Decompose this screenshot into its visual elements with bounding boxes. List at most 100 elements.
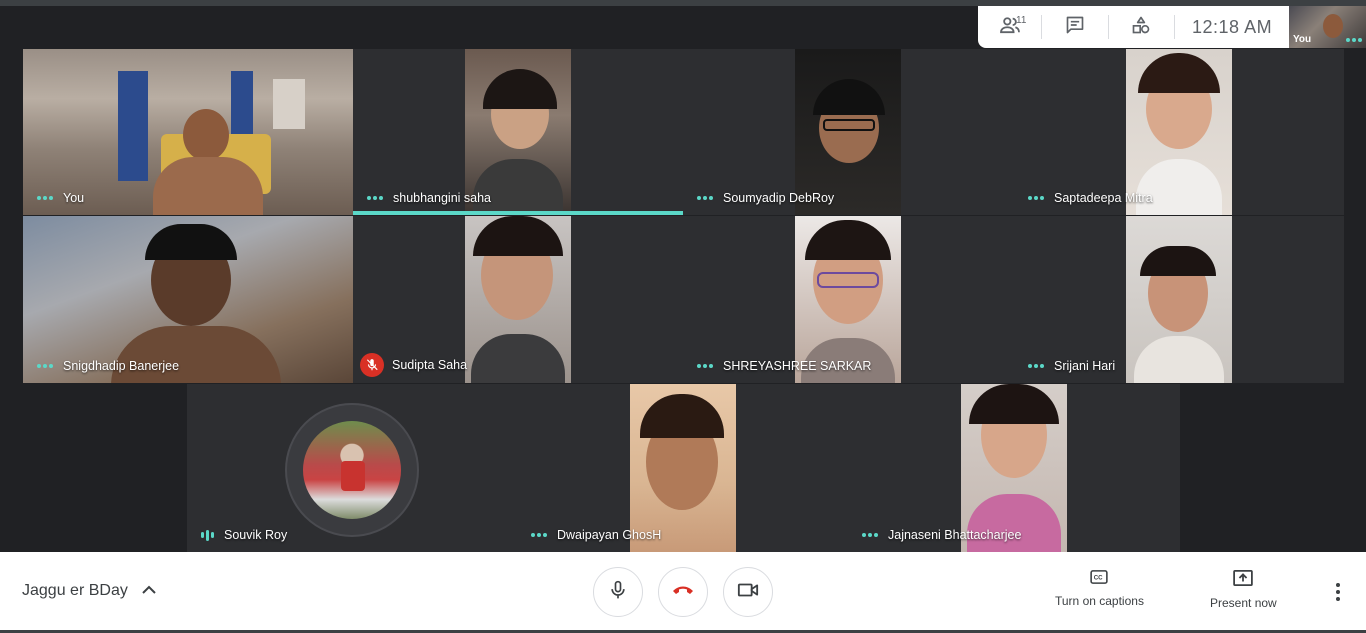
- person-hair: [483, 69, 557, 109]
- active-speaker-indicator: [353, 211, 683, 215]
- more-vert-icon: [1336, 583, 1340, 587]
- video-feed: [23, 216, 353, 383]
- person-hair: [805, 220, 891, 260]
- person-hair: [640, 394, 724, 438]
- audio-level-icon: [1028, 196, 1044, 200]
- meeting-title: Jaggu er BDay: [22, 582, 128, 599]
- participant-nameplate: Dwaipayan GhosH: [531, 528, 661, 542]
- audio-level-icon: [862, 533, 878, 537]
- person-body: [1136, 159, 1222, 215]
- person-hair: [813, 79, 885, 115]
- person-body: [1134, 336, 1224, 383]
- wall-poster: [273, 79, 305, 129]
- avatar-shirt: [341, 461, 365, 491]
- curtain-left: [118, 71, 148, 181]
- person-body: [473, 159, 563, 215]
- closed-captions-icon: CC: [1090, 570, 1109, 587]
- participant-tile-sudipta[interactable]: Sudipta Saha: [353, 216, 683, 383]
- participant-tile-dwaipayan[interactable]: Dwaipayan GhosH: [517, 384, 848, 552]
- participant-tile-saptadeepa[interactable]: Saptadeepa Mitra: [1014, 49, 1344, 215]
- participant-tile-srijani[interactable]: Srijani Hari: [1014, 216, 1344, 383]
- hang-up-icon: [671, 583, 695, 601]
- participant-nameplate: Saptadeepa Mitra: [1028, 191, 1153, 205]
- audio-level-icon: [201, 529, 214, 541]
- glasses: [823, 119, 875, 131]
- participant-nameplate: Sudipta Saha: [360, 353, 467, 377]
- self-preview-label: You: [1293, 34, 1312, 45]
- person-body: [471, 334, 565, 383]
- participant-nameplate: Souvik Roy: [201, 528, 287, 542]
- participant-name: Srijani Hari: [1054, 359, 1116, 373]
- person-hair: [1140, 246, 1216, 276]
- avatar-ring: [285, 403, 419, 537]
- present-screen-icon: [1233, 570, 1254, 589]
- participant-name: SHREYASHREE SARKAR: [723, 359, 872, 373]
- camera-button[interactable]: [723, 567, 773, 617]
- bottom-control-bar: Jaggu er BDay CC Turn on captions Presen…: [0, 552, 1366, 633]
- person-hair: [969, 384, 1059, 424]
- participants-button[interactable]: 11: [978, 6, 1041, 48]
- participant-name: Jajnaseni Bhattacharjee: [888, 528, 1022, 542]
- person-body: [967, 494, 1061, 552]
- participant-nameplate: Snigdhadip Banerjee: [37, 359, 179, 373]
- microphone-button[interactable]: [593, 567, 643, 617]
- audio-level-icon: [367, 196, 383, 200]
- video-camera-icon: [737, 582, 759, 603]
- captions-button[interactable]: CC Turn on captions: [1055, 570, 1144, 608]
- participant-tile-shreyashree[interactable]: SHREYASHREE SARKAR: [683, 216, 1014, 383]
- self-preview[interactable]: You: [1289, 6, 1366, 48]
- participant-name: Soumyadip DebRoy: [723, 191, 835, 205]
- participant-nameplate: You: [37, 191, 84, 205]
- present-label: Present now: [1210, 596, 1277, 610]
- video-feed: [795, 216, 901, 383]
- person-hair: [145, 224, 237, 260]
- participant-tile-you[interactable]: You: [23, 49, 353, 215]
- participant-tile-snigdhadip[interactable]: Snigdhadip Banerjee: [23, 216, 353, 383]
- audio-level-icon: [37, 196, 53, 200]
- video-feed: [1126, 216, 1232, 383]
- avatar: [303, 421, 401, 519]
- participant-name: Saptadeepa Mitra: [1054, 191, 1153, 205]
- participant-nameplate: shubhangini saha: [367, 191, 491, 205]
- audio-level-icon: [1028, 364, 1044, 368]
- meeting-info-bar: 11 12:18 AM: [978, 6, 1289, 48]
- audio-level-icon: [1346, 38, 1362, 42]
- audio-level-icon: [531, 533, 547, 537]
- participant-nameplate: Jajnaseni Bhattacharjee: [862, 528, 1021, 542]
- meeting-clock: 12:18 AM: [1192, 16, 1273, 37]
- participant-name: Sudipta Saha: [392, 358, 468, 372]
- chat-button[interactable]: [1042, 6, 1107, 48]
- more-options-button[interactable]: [1328, 580, 1348, 604]
- participant-tile-jajnaseni[interactable]: Jajnaseni Bhattacharjee: [848, 384, 1180, 552]
- audio-level-icon: [37, 364, 53, 368]
- microphone-icon: [608, 579, 628, 606]
- chevron-up-icon: [142, 582, 156, 600]
- participant-nameplate: Srijani Hari: [1028, 359, 1115, 373]
- video-feed: [961, 384, 1067, 552]
- participant-name: You: [63, 191, 85, 205]
- participant-nameplate: SHREYASHREE SARKAR: [697, 359, 871, 373]
- video-feed: [465, 216, 571, 383]
- microphone-off-icon: [360, 353, 384, 377]
- participant-tile-soumyadip[interactable]: Soumyadip DebRoy: [683, 49, 1014, 215]
- video-grid: You shubhangini saha Soumyadip DebRoy Sa…: [0, 0, 1366, 552]
- participant-name: Dwaipayan GhosH: [557, 528, 662, 542]
- chat-icon: [1065, 15, 1085, 40]
- shapes-icon: [1131, 15, 1151, 40]
- meeting-details-toggle[interactable]: Jaggu er BDay: [22, 582, 156, 600]
- person-body: [153, 157, 263, 215]
- person-hair: [1138, 53, 1220, 93]
- participant-nameplate: Soumyadip DebRoy: [697, 191, 834, 205]
- person-head: [183, 109, 229, 161]
- participant-tile-souvik[interactable]: Souvik Roy: [187, 384, 517, 552]
- participant-tile-shubhangini[interactable]: shubhangini saha: [353, 49, 683, 215]
- person-body: [111, 326, 281, 383]
- self-preview-person: [1323, 14, 1343, 38]
- activities-button[interactable]: [1109, 6, 1174, 48]
- person-hair: [473, 216, 563, 256]
- captions-label: Turn on captions: [1055, 594, 1144, 608]
- leave-call-button[interactable]: [658, 567, 708, 617]
- participant-name: shubhangini saha: [393, 191, 491, 205]
- present-button[interactable]: Present now: [1210, 570, 1277, 610]
- glasses: [817, 272, 879, 288]
